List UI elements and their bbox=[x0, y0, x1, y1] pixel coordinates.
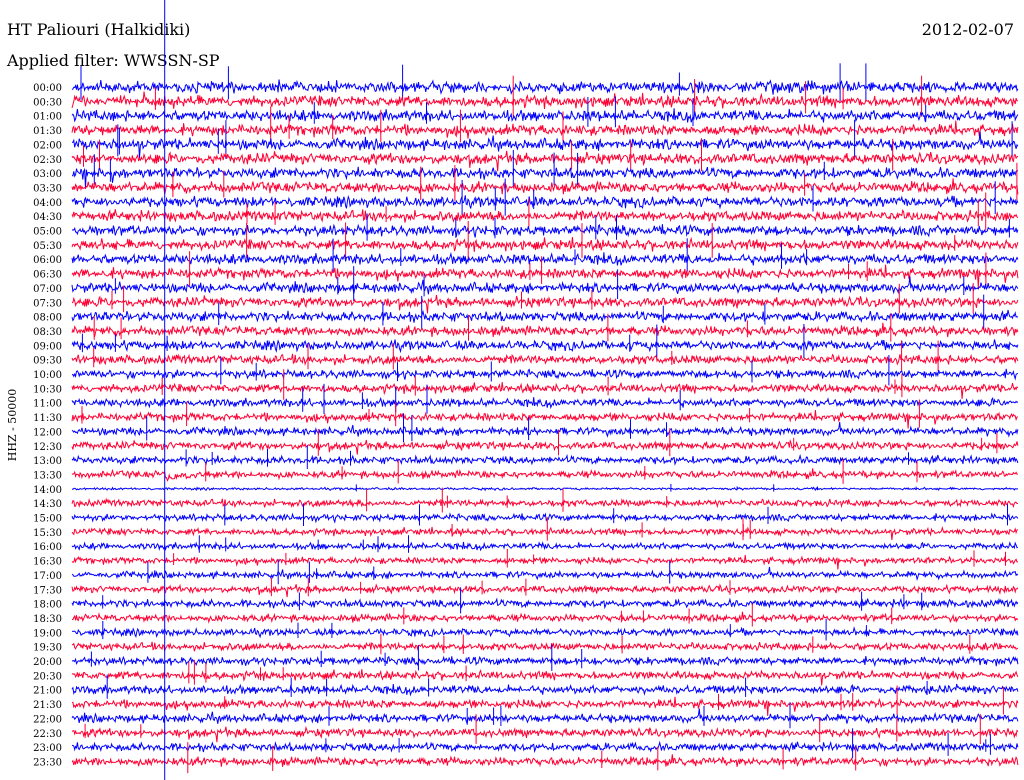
row-time-label: 23:00 bbox=[33, 743, 62, 754]
trace-row-11-30 bbox=[71, 409, 1019, 429]
trace-row-16-30 bbox=[71, 554, 1019, 570]
trace-row-19-30 bbox=[71, 641, 1019, 653]
row-time-label: 12:30 bbox=[33, 442, 62, 453]
row-time-label: 11:30 bbox=[33, 413, 62, 424]
row-time-label: 15:30 bbox=[33, 528, 62, 539]
trace-row-05-30 bbox=[71, 236, 1019, 252]
trace-row-01-00 bbox=[71, 108, 1019, 123]
row-time-label: 09:00 bbox=[33, 341, 62, 352]
row-time-label: 05:00 bbox=[33, 227, 62, 238]
row-time-label: 08:00 bbox=[33, 313, 62, 324]
trace-row-02-00 bbox=[71, 131, 1019, 159]
row-time-label: 19:30 bbox=[33, 643, 62, 654]
row-time-label: 03:00 bbox=[33, 169, 62, 180]
row-time-label: 02:00 bbox=[33, 140, 62, 151]
trace-row-08-00 bbox=[71, 309, 1019, 324]
row-time-label: 01:30 bbox=[33, 126, 62, 137]
trace-row-18-30 bbox=[71, 611, 1019, 624]
row-time-label: 08:30 bbox=[33, 327, 62, 338]
trace-row-06-00 bbox=[71, 251, 1019, 266]
trace-row-10-00 bbox=[71, 368, 1019, 381]
row-time-label: 10:00 bbox=[33, 370, 62, 381]
row-time-label: 17:00 bbox=[33, 571, 62, 582]
row-time-label: 05:30 bbox=[33, 241, 62, 252]
trace-row-17-30 bbox=[71, 583, 1019, 598]
row-time-label: 17:30 bbox=[33, 585, 62, 596]
channel-label: HHZ - 50000 bbox=[6, 389, 19, 462]
row-time-label: 15:00 bbox=[33, 514, 62, 525]
trace-row-14-00 bbox=[71, 486, 1019, 492]
row-time-label: 11:00 bbox=[33, 399, 62, 410]
trace-row-09-00 bbox=[71, 339, 1019, 354]
trace-row-10-30 bbox=[71, 381, 1019, 399]
row-time-label: 10:30 bbox=[33, 384, 62, 395]
trace-row-17-00 bbox=[71, 566, 1019, 581]
row-time-label: 22:00 bbox=[33, 714, 62, 725]
row-time-label: 06:00 bbox=[33, 255, 62, 266]
trace-row-21-00 bbox=[71, 683, 1019, 697]
trace-row-22-00 bbox=[71, 708, 1019, 726]
trace-row-22-30 bbox=[71, 725, 1019, 743]
trace-row-23-00 bbox=[71, 740, 1019, 754]
row-time-label: 04:30 bbox=[33, 212, 62, 223]
row-time-label: 16:00 bbox=[33, 542, 62, 553]
row-time-label: 20:00 bbox=[33, 657, 62, 668]
row-time-label: 06:30 bbox=[33, 270, 62, 281]
helicorder-plot: 00:00 00:30 01:00 01:30 02:00 02:30 03:00 03:30… bbox=[6, 0, 1019, 780]
trace-row-13-30 bbox=[71, 468, 1018, 482]
row-time-label: 13:00 bbox=[33, 456, 62, 467]
trace-row-06-30 bbox=[71, 264, 1019, 288]
trace-row-12-30 bbox=[71, 439, 1019, 455]
trace-row-20-30 bbox=[71, 669, 1019, 686]
trace-row-01-30 bbox=[71, 120, 1019, 139]
row-time-label: 12:00 bbox=[33, 427, 62, 438]
row-time-label: 18:00 bbox=[33, 600, 62, 611]
row-time-label: 01:00 bbox=[33, 112, 62, 123]
trace-row-03-00 bbox=[71, 166, 1018, 189]
row-time-label: 13:30 bbox=[33, 470, 62, 481]
row-time-label: 14:00 bbox=[33, 485, 62, 496]
trace-row-18-00 bbox=[71, 597, 1019, 610]
trace-row-19-00 bbox=[71, 626, 1019, 639]
row-time-label: 18:30 bbox=[33, 614, 62, 625]
trace-row-21-30 bbox=[71, 696, 1019, 716]
row-time-label: 22:30 bbox=[33, 729, 62, 740]
trace-row-20-00 bbox=[71, 655, 1019, 668]
trace-row-04-30 bbox=[71, 209, 1019, 223]
trace-row-16-00 bbox=[71, 541, 1019, 552]
trace-row-08-30 bbox=[71, 322, 1019, 338]
row-time-label: 19:00 bbox=[33, 628, 62, 639]
trace-row-03-30 bbox=[71, 178, 1019, 195]
row-time-label: 07:30 bbox=[33, 298, 62, 309]
trace-row-04-00 bbox=[71, 194, 1019, 210]
trace-row-05-00 bbox=[71, 223, 1019, 238]
row-time-label: 21:00 bbox=[33, 686, 62, 697]
trace-row-12-00 bbox=[71, 422, 1019, 438]
trace-row-07-00 bbox=[71, 276, 1019, 295]
row-time-label: 14:30 bbox=[33, 499, 62, 510]
trace-row-02-30 bbox=[71, 150, 1019, 172]
trace-row-00-00 bbox=[71, 79, 1019, 96]
row-time-label: 00:30 bbox=[33, 97, 62, 108]
seismogram-view: HT Paliouri (Halkidiki) 2012-02-07 Appli… bbox=[0, 0, 1024, 780]
trace-row-11-00 bbox=[71, 396, 1019, 410]
row-time-label: 20:30 bbox=[33, 671, 62, 682]
row-time-label: 02:30 bbox=[33, 155, 62, 166]
trace-row-07-30 bbox=[71, 295, 1019, 314]
row-time-label: 00:00 bbox=[33, 83, 62, 94]
row-time-label: 07:00 bbox=[33, 284, 62, 295]
trace-row-23-30 bbox=[71, 754, 1019, 768]
trace-row-15-30 bbox=[71, 525, 1018, 541]
row-time-label: 16:30 bbox=[33, 557, 62, 568]
trace-row-09-30 bbox=[71, 353, 1019, 367]
row-time-label: 21:30 bbox=[33, 700, 62, 711]
row-time-label: 09:30 bbox=[33, 356, 62, 367]
row-time-label: 03:30 bbox=[33, 183, 62, 194]
trace-row-13-00 bbox=[71, 453, 1019, 466]
row-time-label: 04:00 bbox=[33, 198, 62, 209]
row-time-label: 23:30 bbox=[33, 757, 62, 768]
trace-row-14-30 bbox=[71, 497, 1019, 509]
trace-row-15-00 bbox=[71, 512, 1019, 524]
trace-row-00-30 bbox=[71, 91, 1019, 109]
